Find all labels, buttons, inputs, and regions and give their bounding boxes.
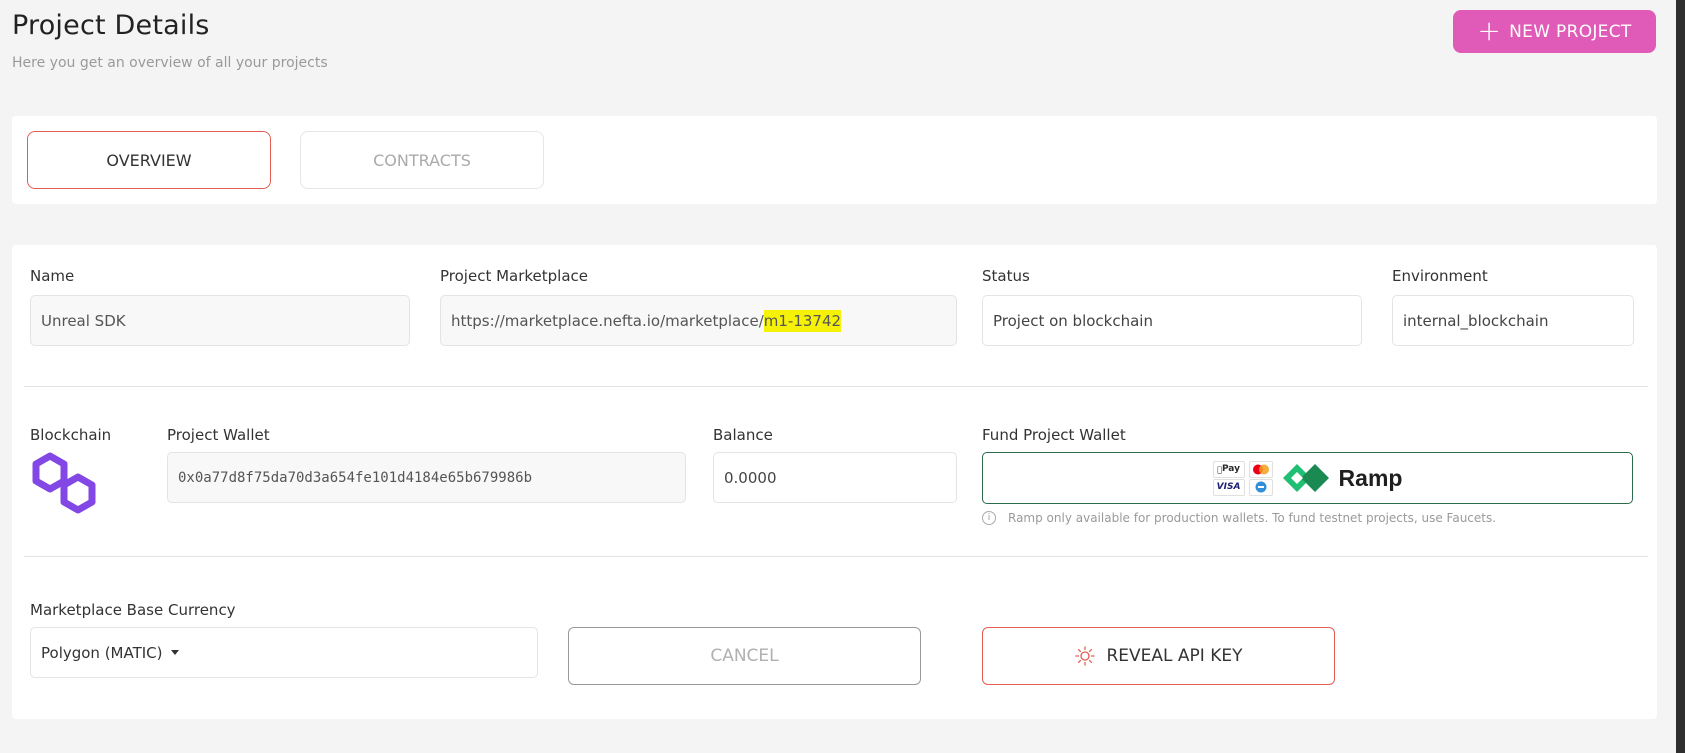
project-wallet-field[interactable]: 0x0a77d8f75da70d3a654fe101d4184e65b67998… xyxy=(167,452,686,503)
marketplace-url-field[interactable]: https://marketplace.nefta.io/marketplace… xyxy=(440,295,957,346)
page-title: Project Details xyxy=(12,10,210,41)
environment-label: Environment xyxy=(1392,267,1488,285)
status-value: Project on blockchain xyxy=(993,311,1153,330)
window-edge xyxy=(1676,0,1685,753)
reveal-api-key-button[interactable]: REVEAL API KEY xyxy=(982,627,1335,685)
mastercard-icon xyxy=(1248,460,1273,478)
tab-contracts[interactable]: CONTRACTS xyxy=(300,131,544,189)
page-subtitle: Here you get an overview of all your pro… xyxy=(12,55,328,71)
tab-contracts-label: CONTRACTS xyxy=(373,150,471,170)
fund-wallet-label: Fund Project Wallet xyxy=(982,426,1126,444)
status-field[interactable]: Project on blockchain xyxy=(982,295,1362,346)
ramp-brand-label: Ramp xyxy=(1338,464,1403,491)
name-label: Name xyxy=(30,267,75,285)
project-details-card: Name Unreal SDK Project Marketplace http… xyxy=(12,245,1657,719)
base-currency-value: Polygon (MATIC) xyxy=(41,643,163,662)
marketplace-url-prefix: https://marketplace.nefta.io/marketplace… xyxy=(451,311,764,330)
environment-value: internal_blockchain xyxy=(1403,311,1549,330)
ramp-button[interactable]: Pay VISA Ramp xyxy=(982,452,1633,504)
status-label: Status xyxy=(982,267,1030,285)
new-project-button[interactable]: + NEW PROJECT xyxy=(1453,10,1656,53)
balance-field[interactable]: 0.0000 xyxy=(713,452,957,503)
tab-overview[interactable]: OVERVIEW xyxy=(27,131,271,189)
info-icon: i xyxy=(982,511,996,525)
name-value: Unreal SDK xyxy=(41,311,126,330)
base-currency-select[interactable]: Polygon (MATIC) xyxy=(30,627,538,678)
new-project-label: NEW PROJECT xyxy=(1509,21,1632,42)
payment-methods: Pay VISA xyxy=(1212,460,1273,496)
base-currency-label: Marketplace Base Currency xyxy=(30,601,236,619)
reveal-api-key-label: REVEAL API KEY xyxy=(1106,646,1243,666)
marketplace-label: Project Marketplace xyxy=(440,267,589,285)
card-icon xyxy=(1248,478,1273,496)
balance-value: 0.0000 xyxy=(724,468,777,487)
plus-icon: + xyxy=(1477,13,1502,47)
divider xyxy=(24,556,1648,557)
polygon-icon xyxy=(32,452,96,514)
tabs-bar: OVERVIEW CONTRACTS xyxy=(12,116,1657,204)
ramp-note-text: Ramp only available for production walle… xyxy=(1008,511,1497,525)
visa-icon: VISA xyxy=(1212,478,1245,496)
cancel-button[interactable]: CANCEL xyxy=(568,627,921,685)
apple-pay-label: Pay xyxy=(1219,464,1240,474)
visa-label: VISA xyxy=(1216,482,1241,492)
name-field[interactable]: Unreal SDK xyxy=(30,295,410,346)
caret-down-icon xyxy=(170,650,179,655)
balance-label: Balance xyxy=(713,426,773,444)
marketplace-url-id: m1-13742 xyxy=(763,309,842,332)
cancel-label: CANCEL xyxy=(710,646,779,666)
sun-icon xyxy=(1074,646,1095,666)
divider xyxy=(24,386,1648,387)
apple-pay-icon: Pay xyxy=(1212,460,1245,478)
project-wallet-label: Project Wallet xyxy=(167,426,270,444)
tab-overview-label: OVERVIEW xyxy=(106,150,192,170)
ramp-note: i Ramp only available for production wal… xyxy=(982,511,1496,525)
blockchain-label: Blockchain xyxy=(30,426,112,444)
project-wallet-value: 0x0a77d8f75da70d3a654fe101d4184e65b67998… xyxy=(178,469,533,486)
ramp-logo-icon xyxy=(1282,464,1329,492)
environment-field[interactable]: internal_blockchain xyxy=(1392,295,1634,346)
